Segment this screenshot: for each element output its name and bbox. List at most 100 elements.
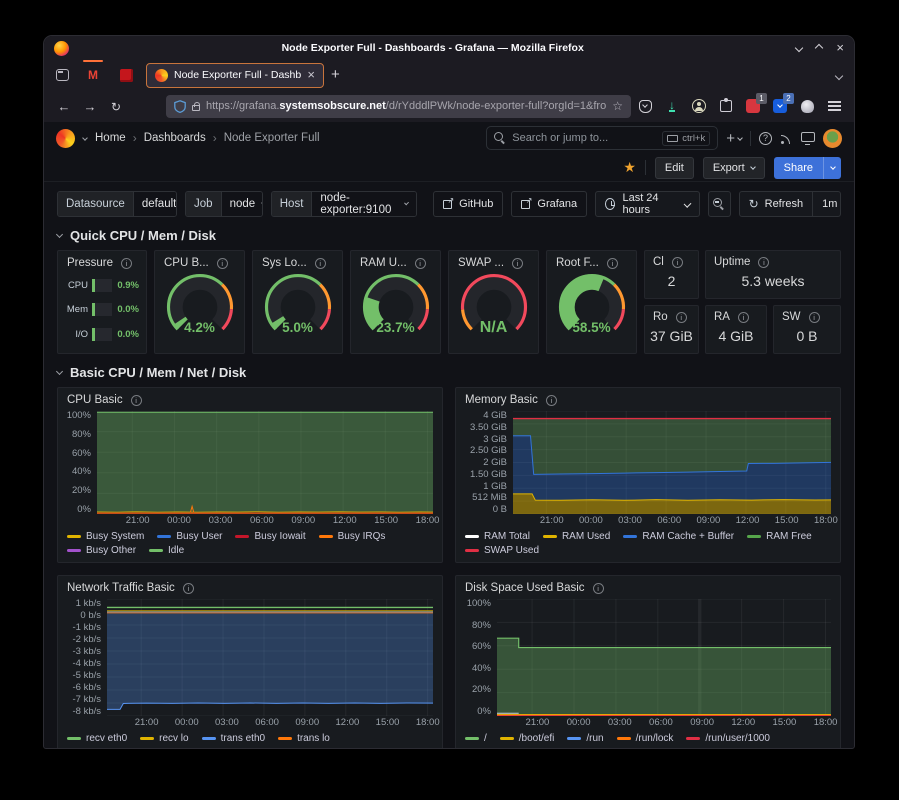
forward-button[interactable] [80,99,100,114]
add-button[interactable] [726,130,742,147]
pocket-icon[interactable] [639,100,652,113]
panel-swap-used[interactable]: SWAP ... N/A [448,250,539,354]
org-switcher-chevron-icon[interactable] [82,135,88,141]
grafana-link-button[interactable]: Grafana [511,191,587,217]
panel-ram-total[interactable]: RA 4 GiB [705,305,767,354]
legend-item[interactable]: SWAP Used [465,545,539,556]
section-quick-cpu-mem-disk[interactable]: Quick CPU / Mem / Disk [57,228,841,243]
window-close-icon[interactable] [836,39,844,57]
panel-network-traffic-basic[interactable]: Network Traffic Basic 1 kb/s0 b/s-1 kb/s… [57,575,443,748]
search-input[interactable]: Search or jump to... ctrl+k [486,126,718,150]
grafana-logo-icon[interactable] [56,129,75,148]
url-text[interactable]: https://grafana.systemsobscure.net/d/rYd… [206,100,606,112]
info-icon[interactable] [738,312,749,323]
legend-item[interactable]: RAM Free [747,531,812,542]
legend-item[interactable]: /run/user/1000 [686,733,770,744]
legend-item[interactable]: RAM Cache + Buffer [623,531,734,542]
favorite-star-icon[interactable] [623,159,636,176]
export-button[interactable]: Export [703,157,765,179]
help-icon[interactable] [759,132,772,145]
window-minimize-icon[interactable] [795,44,803,52]
active-tab[interactable]: Node Exporter Full - Dashbo [146,63,324,88]
legend-item[interactable]: /run/lock [617,733,674,744]
reload-button[interactable] [106,99,126,114]
url-bar[interactable]: https://grafana.systemsobscure.net/d/rYd… [166,95,631,118]
network-traffic-plot[interactable] [107,599,433,716]
info-icon[interactable] [593,583,604,594]
info-icon[interactable] [546,395,557,406]
share-button[interactable]: Share [774,157,841,179]
disk-space-plot[interactable] [497,599,831,716]
pinned-tab-gmail[interactable] [80,62,106,88]
edit-button[interactable]: Edit [655,157,694,179]
share-menu-chevron[interactable] [823,157,841,179]
panel-pressure[interactable]: Pressure CPU 0.9% Mem 0.0% [57,250,147,354]
account-icon[interactable] [692,99,706,113]
cpu-basic-plot[interactable] [97,411,433,514]
firefox-view-icon[interactable] [56,69,69,81]
legend-item[interactable]: Idle [149,545,184,556]
panel-ram-used[interactable]: RAM U... 23.7% [350,250,441,354]
zoom-out-button[interactable] [708,191,731,217]
panel-cpu-cores[interactable]: Cl 2 [644,250,699,299]
job-variable[interactable]: Job node [185,191,263,217]
datasource-variable[interactable]: Datasource default [57,191,177,217]
section-basic-cpu-mem-net-disk[interactable]: Basic CPU / Mem / Net / Disk [57,365,841,380]
window-maximize-icon[interactable] [815,44,823,52]
extensions-icon[interactable] [720,100,732,112]
legend-item[interactable]: Busy Iowait [235,531,305,542]
legend-item[interactable]: recv eth0 [67,733,127,744]
info-icon[interactable] [415,258,426,269]
panel-sys-load[interactable]: Sys Lo... 5.0% [252,250,343,354]
extension-blue-button[interactable]: 2 [772,98,788,114]
time-range-picker[interactable]: Last 24 hours [595,191,700,217]
info-icon[interactable] [607,258,618,269]
legend-item[interactable]: /run [567,733,603,744]
panel-swap-total[interactable]: SW 0 B [773,305,841,354]
breadcrumb-home[interactable]: Home [95,132,126,144]
info-icon[interactable] [672,257,683,268]
github-link-button[interactable]: GitHub [433,191,503,217]
tab-close-icon[interactable] [307,68,315,82]
legend-item[interactable]: trans lo [278,733,330,744]
user-avatar[interactable] [823,129,842,148]
memory-basic-plot[interactable] [513,411,831,514]
downloads-icon[interactable] [669,100,675,112]
back-button[interactable] [54,99,74,114]
tab-list-chevron-icon[interactable] [835,72,843,80]
legend-item[interactable]: trans eth0 [202,733,265,744]
refresh-button[interactable]: Refresh [740,192,813,216]
panel-cpu-busy[interactable]: CPU B... 4.2% [154,250,245,354]
legend-item[interactable]: Busy Other [67,545,136,556]
extension-gray-icon[interactable] [801,100,814,113]
info-icon[interactable] [676,312,687,323]
info-icon[interactable] [758,257,769,268]
bookmark-star-icon[interactable] [612,99,623,113]
info-icon[interactable] [217,258,228,269]
info-icon[interactable] [315,258,326,269]
host-variable[interactable]: Host node-exporter:9100 [271,191,417,217]
info-icon[interactable] [131,395,142,406]
pinned-tab-red[interactable] [113,62,139,88]
info-icon[interactable] [121,258,132,269]
refresh-interval-button[interactable]: 1m [812,192,841,216]
legend-item[interactable]: recv lo [140,733,188,744]
menu-icon[interactable] [828,105,841,107]
breadcrumb-dashboards[interactable]: Dashboards [144,132,206,144]
legend-item[interactable]: RAM Total [465,531,530,542]
info-icon[interactable] [183,583,194,594]
panel-root-fs-used[interactable]: Root F... 58.5% [546,250,637,354]
new-tab-button[interactable] [331,66,340,84]
extension-red-button[interactable]: 1 [745,98,761,114]
legend-item[interactable]: Busy User [157,531,222,542]
info-icon[interactable] [809,312,820,323]
legend-item[interactable]: /boot/efi [500,733,555,744]
panel-uptime[interactable]: Uptime 5.3 weeks [705,250,841,299]
legend-item[interactable]: Busy System [67,531,144,542]
info-icon[interactable] [512,258,523,269]
legend-item[interactable]: / [465,733,487,744]
panel-cpu-basic[interactable]: CPU Basic 100%80%60%40%20%0% [57,387,443,563]
lock-icon[interactable] [192,105,200,111]
panel-memory-basic[interactable]: Memory Basic 4 GiB3.50 GiB3 GiB2.50 GiB2… [455,387,841,563]
display-icon[interactable] [801,132,815,142]
